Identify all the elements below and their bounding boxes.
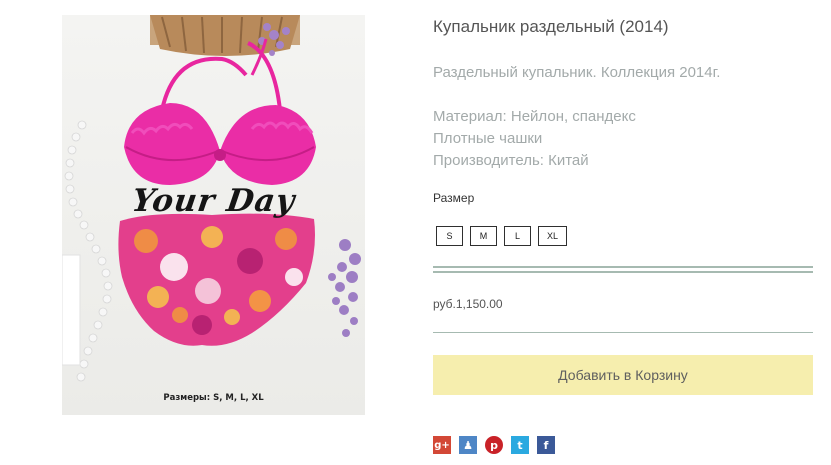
google-plus-icon[interactable]: g+ bbox=[433, 436, 451, 454]
divider bbox=[433, 266, 813, 273]
size-option-s[interactable]: S bbox=[436, 226, 463, 246]
size-label: Размер bbox=[433, 191, 475, 205]
description-line: Раздельный купальник. Коллекция 2014г. bbox=[433, 64, 721, 81]
twitter-icon[interactable]: t bbox=[511, 436, 529, 454]
bubble-icon[interactable]: ♟ bbox=[459, 436, 477, 454]
size-options: S M L XL bbox=[436, 226, 574, 246]
description-line: Производитель: Китай bbox=[433, 152, 589, 169]
share-icons: g+ ♟ p t f bbox=[433, 436, 563, 454]
product-image[interactable]: Your Day Размеры: S, M, L, XL bbox=[62, 15, 365, 415]
description-line: Плотные чашки bbox=[433, 130, 543, 147]
description-spacer bbox=[433, 84, 720, 106]
divider bbox=[433, 332, 813, 333]
product-price: руб.1,150.00 bbox=[433, 297, 503, 311]
pinterest-icon[interactable]: p bbox=[485, 436, 503, 454]
brand-logo-text: Your Day bbox=[129, 183, 298, 219]
size-option-xl[interactable]: XL bbox=[538, 226, 567, 246]
product-title: Купальник раздельный (2014) bbox=[433, 17, 669, 36]
add-to-cart-button[interactable]: Добавить в Корзину bbox=[433, 355, 813, 395]
size-option-m[interactable]: M bbox=[470, 226, 497, 246]
description-line: Материал: Нейлон, спандекс bbox=[433, 108, 636, 125]
image-sizes-caption: Размеры: S, M, L, XL bbox=[163, 393, 264, 403]
size-option-l[interactable]: L bbox=[504, 226, 531, 246]
facebook-icon[interactable]: f bbox=[537, 436, 555, 454]
product-description: Раздельный купальник. Коллекция 2014г. М… bbox=[433, 62, 720, 172]
